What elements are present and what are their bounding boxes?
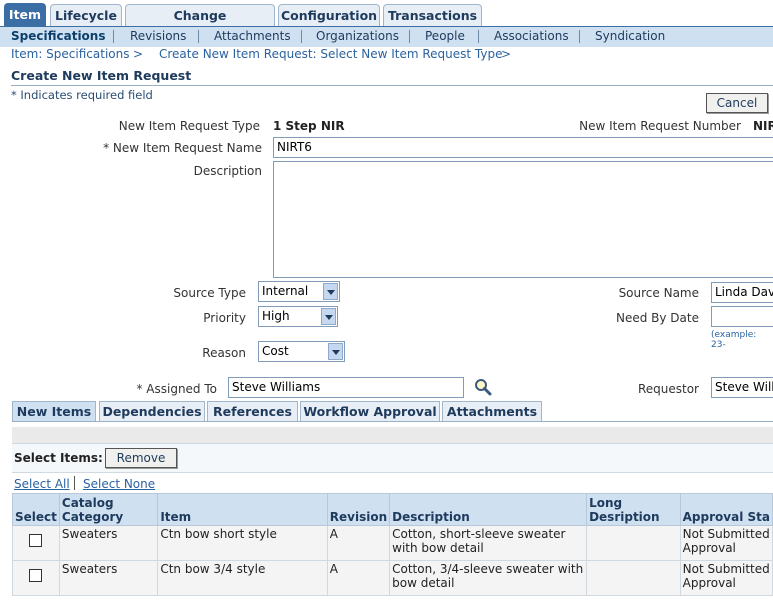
page-title: Create New Item Request xyxy=(11,68,192,83)
breadcrumb-separator: > xyxy=(133,47,144,61)
select-items-bar: Select Items: Remove xyxy=(12,443,773,473)
new-items-table: Select Catalog Category Item Revision De… xyxy=(12,493,773,596)
subnav-specifications[interactable]: Specifications xyxy=(11,27,105,46)
column-header-approval-status: Approval Sta xyxy=(679,493,773,526)
separator xyxy=(579,30,580,43)
requestor-input[interactable]: Steve Willi xyxy=(711,377,773,398)
description-textarea[interactable] xyxy=(273,161,773,278)
source-type-value: Internal xyxy=(262,284,309,298)
tab-item[interactable]: Item xyxy=(4,3,46,27)
breadcrumb-separator: > xyxy=(501,47,512,61)
select-cell xyxy=(12,525,60,561)
item-cell: Ctn bow short style xyxy=(157,525,328,561)
category-cell: Sweaters xyxy=(58,525,159,561)
separator xyxy=(198,30,199,43)
sub-navigation: Specifications Revisions Attachments Org… xyxy=(0,26,773,47)
request-number-value: NIR xyxy=(753,119,773,133)
assigned-to-label: * Assigned To xyxy=(136,382,217,396)
row-checkbox[interactable] xyxy=(29,534,42,547)
column-header-revision: Revision xyxy=(326,493,391,526)
request-name-input[interactable]: NIRT6 xyxy=(273,137,773,158)
description-label: Description xyxy=(193,164,262,178)
need-by-label: Need By Date xyxy=(615,311,699,325)
select-none-link[interactable]: Select None xyxy=(83,477,155,491)
column-header-category: Catalog Category xyxy=(58,493,159,526)
assigned-to-input[interactable]: Steve Williams xyxy=(228,377,464,398)
row-checkbox[interactable] xyxy=(29,569,42,582)
select-items-label: Select Items: xyxy=(14,451,103,465)
chevron-down-icon[interactable] xyxy=(328,343,343,360)
tab-workflow-approval[interactable]: Workflow Approval xyxy=(300,401,440,421)
breadcrumb-item-specifications[interactable]: Item: Specifications xyxy=(11,47,129,61)
table-header-row: Select Catalog Category Item Revision De… xyxy=(12,493,773,526)
chevron-down-icon[interactable] xyxy=(323,283,338,300)
subnav-syndication[interactable]: Syndication xyxy=(595,27,665,46)
revision-cell: A xyxy=(326,560,391,596)
priority-label: Priority xyxy=(203,311,246,325)
subnav-revisions[interactable]: Revisions xyxy=(130,27,186,46)
title-divider xyxy=(11,85,773,86)
request-name-label: * New Item Request Name xyxy=(103,141,262,155)
separator xyxy=(409,30,410,43)
detail-tab-bar: New Items Dependencies References Workfl… xyxy=(12,401,773,422)
column-header-item: Item xyxy=(157,493,328,526)
tab-dependencies[interactable]: Dependencies xyxy=(99,401,205,421)
priority-select[interactable]: High xyxy=(258,306,338,327)
item-cell: Ctn bow 3/4 style xyxy=(157,560,328,596)
tab-references[interactable]: References xyxy=(207,401,298,421)
source-type-select[interactable]: Internal xyxy=(258,281,340,302)
separator xyxy=(478,30,479,43)
tab-change-management[interactable]: Change Management xyxy=(125,4,275,44)
tab-transactions[interactable]: Transactions xyxy=(383,4,482,26)
select-cell xyxy=(12,560,60,596)
separator xyxy=(301,30,302,43)
remove-button[interactable]: Remove xyxy=(105,448,177,468)
request-type-value: 1 Step NIR xyxy=(273,119,345,133)
approval-status-cell: Not Submitted Approval xyxy=(679,560,773,596)
breadcrumb-item-select-type[interactable]: Create New Item Request: Select New Item… xyxy=(159,47,502,61)
description-cell: Cotton, 3/4-sleeve sweater with bow deta… xyxy=(389,560,588,596)
subnav-organizations[interactable]: Organizations xyxy=(316,27,399,46)
source-name-input[interactable]: Linda Dave xyxy=(711,282,773,303)
reason-select[interactable]: Cost xyxy=(258,341,345,362)
top-tab-bar: Item Lifecycle Change Management Configu… xyxy=(0,0,773,44)
source-type-label: Source Type xyxy=(173,286,246,300)
separator xyxy=(113,30,114,43)
tab-new-items[interactable]: New Items xyxy=(12,401,96,421)
search-icon[interactable] xyxy=(474,378,492,396)
breadcrumb: Item: Specifications > Create New Item R… xyxy=(0,46,773,64)
reason-value: Cost xyxy=(262,344,289,358)
long-description-cell xyxy=(586,525,681,561)
separator xyxy=(74,476,75,490)
table-row: Sweaters Ctn bow short style A Cotton, s… xyxy=(12,525,773,561)
revision-cell: A xyxy=(326,525,391,561)
column-header-description: Description xyxy=(389,493,588,526)
column-header-long-description: Long Desription xyxy=(586,493,681,526)
date-format-example: (example: 23- xyxy=(711,330,757,350)
required-hint: * Indicates required field xyxy=(11,88,153,102)
tab-configuration[interactable]: Configuration xyxy=(278,4,380,26)
subnav-people[interactable]: People xyxy=(425,27,465,46)
request-type-label: New Item Request Type xyxy=(118,119,260,133)
source-name-label: Source Name xyxy=(618,286,699,300)
category-cell: Sweaters xyxy=(58,560,159,596)
approval-status-cell: Not Submitted Approval xyxy=(679,525,773,561)
need-by-date-input[interactable] xyxy=(711,306,773,327)
request-number-label: New Item Request Number xyxy=(579,119,741,133)
long-description-cell xyxy=(586,560,681,596)
tab-attachments[interactable]: Attachments xyxy=(442,401,542,421)
subnav-associations[interactable]: Associations xyxy=(494,27,569,46)
table-row: Sweaters Ctn bow 3/4 style A Cotton, 3/4… xyxy=(12,560,773,596)
subnav-attachments[interactable]: Attachments xyxy=(214,27,291,46)
chevron-down-icon[interactable] xyxy=(321,308,336,325)
priority-value: High xyxy=(262,309,290,323)
select-all-link[interactable]: Select All xyxy=(14,477,70,491)
column-header-select: Select xyxy=(12,493,60,526)
tab-content-header xyxy=(12,427,773,443)
tab-lifecycle[interactable]: Lifecycle xyxy=(50,4,122,26)
description-cell: Cotton, short-sleeve sweater with bow de… xyxy=(389,525,588,561)
cancel-button[interactable]: Cancel xyxy=(706,93,768,113)
reason-label: Reason xyxy=(202,346,246,360)
requestor-label: Requestor xyxy=(637,382,699,396)
